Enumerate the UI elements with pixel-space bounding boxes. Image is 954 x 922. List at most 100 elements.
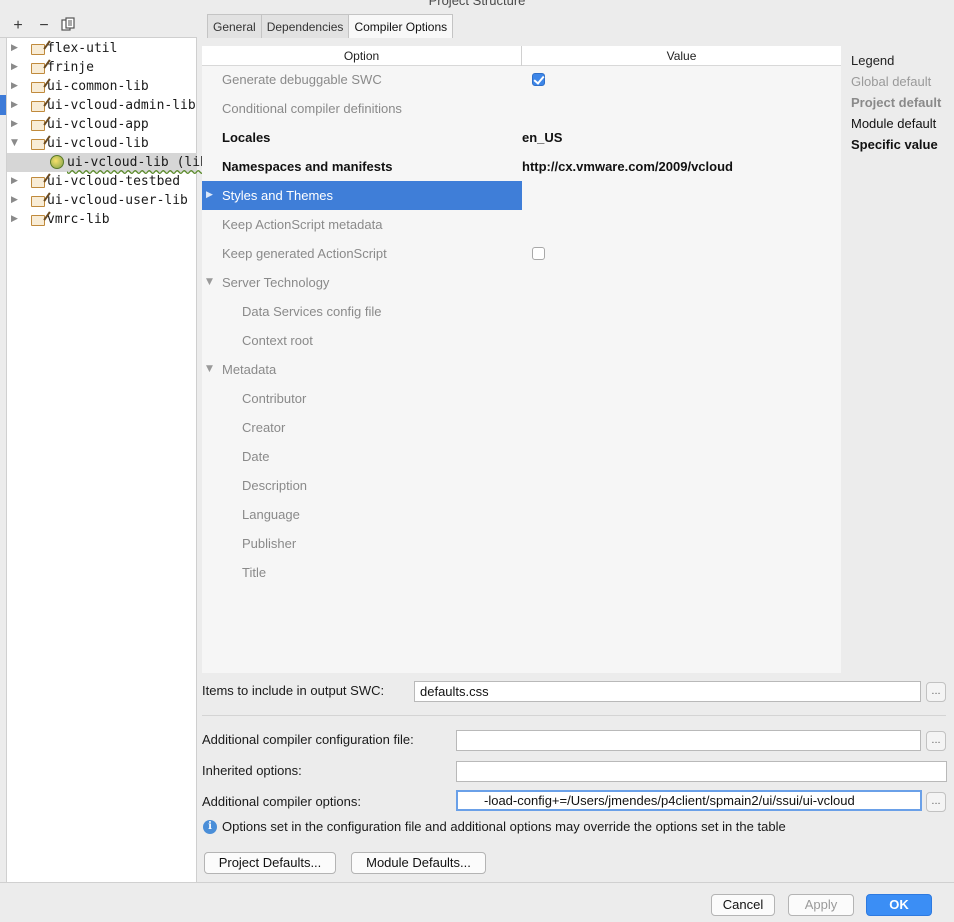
legend-item: Global default <box>851 74 932 89</box>
option-name: Creator <box>242 420 286 435</box>
option-row[interactable]: Title <box>202 558 841 587</box>
option-row[interactable]: Keep generated ActionScript <box>202 239 841 268</box>
tree-item-label: frinje <box>47 60 94 75</box>
option-value[interactable]: http://cx.vmware.com/2009/vcloud <box>522 152 733 181</box>
table-header: Option Value <box>202 46 841 66</box>
module-folder-icon <box>31 177 45 188</box>
option-column-header[interactable]: Option <box>202 46 522 66</box>
option-row[interactable]: Generate debuggable SWC <box>202 65 841 94</box>
module-folder-icon <box>31 101 45 112</box>
module-folder-icon <box>31 120 45 131</box>
remove-button[interactable]: − <box>35 17 53 35</box>
option-row[interactable]: Keep ActionScript metadata <box>202 210 841 239</box>
tree-item-label: flex-util <box>47 41 118 56</box>
items-field[interactable]: defaults.css <box>414 681 921 702</box>
tree-item-label: ui-vcloud-admin-lib <box>47 98 196 113</box>
option-name: Namespaces and manifests <box>222 159 393 174</box>
option-row[interactable]: Creator <box>202 413 841 442</box>
apply-button[interactable]: Apply <box>788 894 854 916</box>
option-name: Data Services config file <box>242 304 382 319</box>
tree-item-module[interactable]: ▶ ui-vcloud-testbed <box>7 172 197 191</box>
module-tree[interactable]: ▶ flex-util ▶ frinje ▶ ui-common-lib ▶ ui-vclou… <box>6 38 216 882</box>
option-name: Date <box>242 449 270 464</box>
expanded-arrow-icon[interactable]: ▼ <box>206 355 213 384</box>
config-browse-button[interactable]: ... <box>926 731 946 751</box>
tree-item-module[interactable]: ▶ ui-vcloud-app <box>7 115 197 134</box>
inherited-label: Inherited options: <box>202 763 302 778</box>
option-name: Generate debuggable SWC <box>222 72 382 87</box>
dialog-button-bar: Cancel Apply OK <box>0 882 954 922</box>
expanded-arrow-icon[interactable]: ▼ <box>206 268 213 297</box>
ok-button[interactable]: OK <box>866 894 932 916</box>
additional-browse-button[interactable]: ... <box>926 792 946 812</box>
tree-item-module[interactable]: ▶ ui-vcloud-admin-lib <box>7 96 197 115</box>
collapsed-arrow-icon[interactable]: ▶ <box>11 96 21 115</box>
additional-options-label: Additional compiler options: <box>202 794 361 809</box>
option-name: Metadata <box>222 362 277 377</box>
copy-icon <box>61 17 75 31</box>
option-row[interactable]: Contributor <box>202 384 841 413</box>
option-row[interactable]: ▶ Styles and Themes <box>202 181 841 210</box>
library-icon <box>50 155 64 169</box>
additional-options-field[interactable]: -load-config+=/Users/jmendes/p4client/sp… <box>456 790 922 811</box>
config-file-field[interactable] <box>456 730 921 751</box>
option-name: Server Technology <box>222 275 330 290</box>
tree-item-label: ui-vcloud-app <box>47 117 149 132</box>
collapsed-arrow-icon[interactable]: ▶ <box>11 58 21 77</box>
option-row[interactable]: ▼ Server Technology <box>202 268 841 297</box>
tree-item-module[interactable]: ▶ flex-util <box>7 39 197 58</box>
tree-item-label: vmrc-lib <box>47 212 110 227</box>
inherited-field[interactable] <box>456 761 947 782</box>
project-defaults-button[interactable]: Project Defaults... <box>204 852 336 874</box>
tree-item-module[interactable]: ▶ ui-vcloud-user-lib <box>7 191 197 210</box>
module-defaults-button[interactable]: Module Defaults... <box>351 852 486 874</box>
expanded-arrow-icon[interactable]: ▼ <box>11 134 21 153</box>
option-row[interactable]: Conditional compiler definitions <box>202 94 841 123</box>
module-folder-icon <box>31 44 45 55</box>
option-row[interactable]: Language <box>202 500 841 529</box>
legend: Legend Global default Project default Modu… <box>851 53 954 155</box>
cancel-button[interactable]: Cancel <box>711 894 775 916</box>
collapsed-arrow-icon[interactable]: ▶ <box>11 191 21 210</box>
collapsed-arrow-icon[interactable]: ▶ <box>11 39 21 58</box>
collapsed-arrow-icon[interactable]: ▶ <box>11 115 21 134</box>
tab-dependencies[interactable]: Dependencies <box>260 14 350 38</box>
option-checkbox[interactable] <box>532 247 545 260</box>
option-row[interactable]: ▼ Metadata <box>202 355 841 384</box>
legend-title: Legend <box>851 53 895 68</box>
tree-item-module[interactable]: ▶ ui-common-lib <box>7 77 197 96</box>
copy-button[interactable] <box>59 17 77 35</box>
option-row[interactable]: Description <box>202 471 841 500</box>
option-name: Styles and Themes <box>222 188 334 203</box>
value-column-header[interactable]: Value <box>522 46 841 66</box>
option-row[interactable]: Date <box>202 442 841 471</box>
config-file-label: Additional compiler configuration file: <box>202 732 414 747</box>
items-browse-button[interactable]: ... <box>926 682 946 702</box>
add-button[interactable]: + <box>9 17 27 35</box>
option-row[interactable]: Context root <box>202 326 841 355</box>
tree-item-module[interactable]: ▼ ui-vcloud-lib <box>7 134 197 153</box>
tab-compiler-options[interactable]: Compiler Options <box>348 14 454 38</box>
legend-item: Specific value <box>851 137 938 152</box>
option-name: Publisher <box>242 536 297 551</box>
tree-item-module[interactable]: ▶ vmrc-lib <box>7 210 197 229</box>
option-value[interactable]: en_US <box>522 123 562 152</box>
collapsed-arrow-icon[interactable]: ▶ <box>11 210 21 229</box>
legend-item: Module default <box>851 116 937 131</box>
compiler-options-table: Option Value Generate debuggable SWC Cond… <box>202 46 841 673</box>
collapsed-arrow-icon[interactable]: ▶ <box>206 181 213 210</box>
tree-item-module[interactable]: ▶ frinje <box>7 58 197 77</box>
option-row[interactable]: Locales en_US <box>202 123 841 152</box>
option-row[interactable]: Publisher <box>202 529 841 558</box>
separator <box>202 715 946 716</box>
module-folder-icon <box>31 82 45 93</box>
option-checkbox[interactable] <box>532 73 545 86</box>
collapsed-arrow-icon[interactable]: ▶ <box>11 172 21 191</box>
tab-general[interactable]: General <box>207 14 262 38</box>
option-row[interactable]: Namespaces and manifests http://cx.vmware… <box>202 152 841 181</box>
items-label: Items to include in output SWC: <box>202 683 385 698</box>
tree-item-label: ui-vcloud-lib (lib) <box>67 155 216 170</box>
tree-item-library[interactable]: ui-vcloud-lib (lib) <box>7 153 216 172</box>
option-row[interactable]: Data Services config file <box>202 297 841 326</box>
collapsed-arrow-icon[interactable]: ▶ <box>11 77 21 96</box>
